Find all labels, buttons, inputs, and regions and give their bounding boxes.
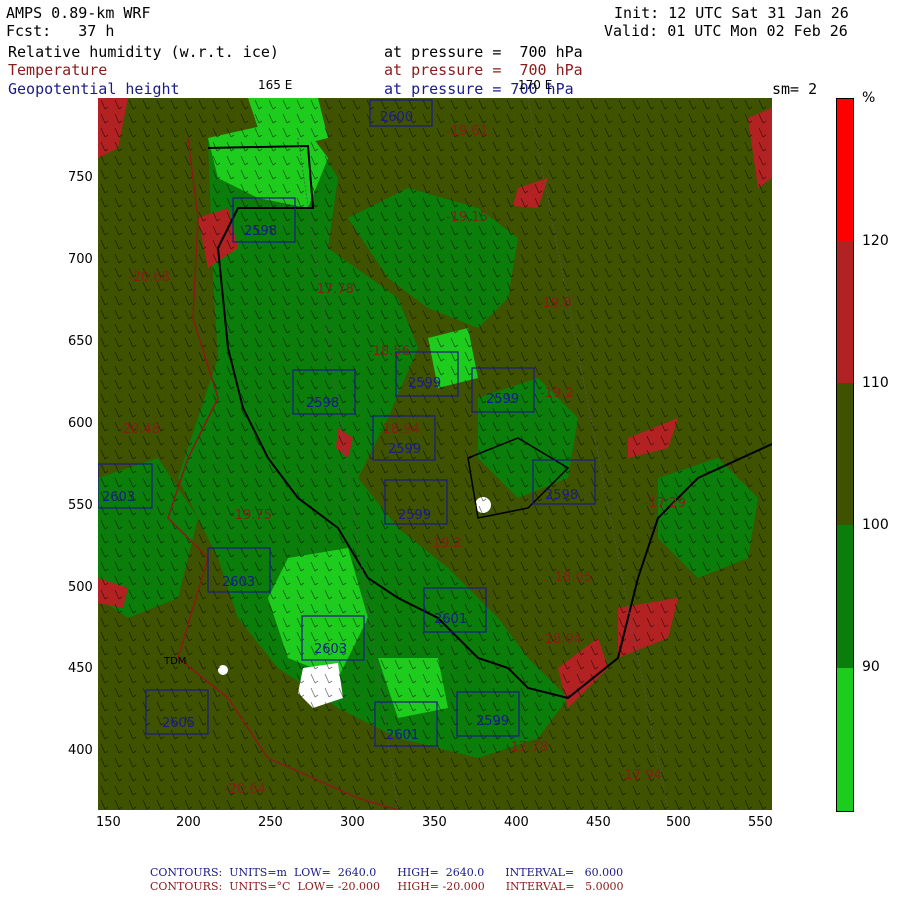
y-tick: 450 [68,661,93,676]
lon-label-165: 165 E [258,78,293,92]
temperature-label: -19.61 [446,124,488,139]
height-label: 2599 [476,714,510,729]
x-tick: 550 [748,815,773,830]
height-label: 2600 [380,110,414,125]
forecast-hour: Fcst: 37 h [6,22,115,40]
height-label: 2598 [244,224,278,239]
temperature-label: -19.75 [230,508,272,523]
field1-name: Relative humidity (w.r.t. ice) [8,43,279,61]
model-title: AMPS 0.89-km WRF [6,4,151,22]
legend-label: 110 [862,375,889,391]
color-legend [836,98,854,812]
x-tick: 400 [504,815,529,830]
legend-label: 120 [862,233,889,249]
x-tick: 150 [96,815,121,830]
legend-seg-110-120 [837,241,853,383]
y-tick: 750 [68,170,93,185]
y-tick: 600 [68,416,93,431]
y-tick: 550 [68,498,93,513]
init-time: Init: 12 UTC Sat 31 Jan 26 [614,4,849,22]
x-tick: 350 [422,815,447,830]
height-label: 2601 [386,728,420,743]
x-tick: 200 [176,815,201,830]
temperature-label: -18.56 [368,344,410,359]
temperature-label: -20.64 [224,782,266,797]
field3-name: Geopotential height [8,80,180,98]
station-label: TDM [164,656,187,667]
temperature-label: -18.04 [540,632,582,647]
temperature-label: -18.94 [378,422,420,437]
height-label: 2605 [162,716,196,731]
height-label: 2601 [434,612,468,627]
legend-unit: % [862,90,876,106]
x-tick: 250 [258,815,283,830]
height-label: 2599 [388,442,422,457]
temperature-label: -20.48 [118,422,160,437]
temperature-label: -19.15 [446,210,488,225]
x-tick: 300 [340,815,365,830]
temperature-label: -18.05 [550,570,592,585]
legend-seg-100-110 [837,383,853,525]
height-label: 2598 [545,488,579,503]
footer-temp-contours: CONTOURS: UNITS=°C LOW= -20.000 HIGH= -2… [150,880,624,893]
legend-seg-below-90 [837,668,853,811]
footer-height-contours: CONTOURS: UNITS=m LOW= 2640.0 HIGH= 2640… [150,866,624,879]
field1-level: at pressure = 700 hPa [384,43,583,61]
height-label: 2599 [398,508,432,523]
map-panel [98,98,772,810]
legend-seg-above-120 [837,99,853,241]
temperature-label: -19.8 [538,296,572,311]
temperature-label: -20.68 [128,270,170,285]
y-tick: 650 [68,334,93,349]
height-label: 2598 [306,396,340,411]
field2-name: Temperature [8,61,108,79]
height-label: 2603 [314,642,348,657]
temperature-label: -17.78 [506,740,548,755]
y-tick: 500 [68,580,93,595]
temperature-label: -17.78 [312,282,354,297]
height-label: 2599 [486,392,520,407]
legend-label: 100 [862,517,889,533]
field2-level: at pressure = 700 hPa [384,61,583,79]
height-label: 2599 [408,376,442,391]
temperature-label: -17.94 [620,768,662,783]
temperature-label: -19.2 [428,536,462,551]
y-tick: 700 [68,252,93,267]
valid-time: Valid: 01 UTC Mon 02 Feb 26 [604,22,848,40]
legend-seg-90-100 [837,525,853,668]
height-label: 2603 [102,490,136,505]
legend-label: 90 [862,659,880,675]
temperature-label: -19.2 [540,386,574,401]
smoothing-label: sm= 2 [772,80,818,98]
x-tick: 500 [666,815,691,830]
height-label: 2603 [222,575,256,590]
y-tick: 400 [68,743,93,758]
x-tick: 450 [586,815,611,830]
lon-label-170: 170 E [518,78,553,92]
temperature-label: -17.29 [644,496,686,511]
